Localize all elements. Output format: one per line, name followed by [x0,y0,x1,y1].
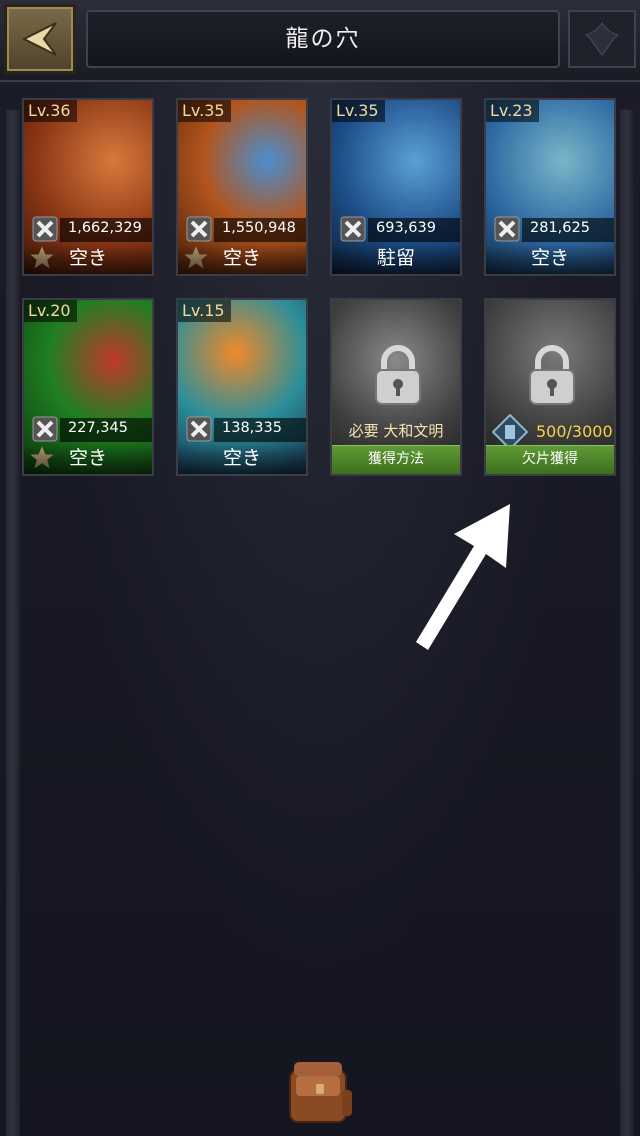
dragon-level: Lv.15 [178,300,231,322]
get-fragments-button[interactable]: 欠片獲得 [486,445,614,474]
padlock-icon [529,345,575,405]
locked-dragon-card-1[interactable]: 必要 大和文明 獲得方法 [330,298,462,476]
power-row: 693,639 [338,214,460,246]
locked-dragon-card-2[interactable]: 500/3000 欠片獲得 [484,298,616,476]
dragon-card-2[interactable]: Lv.35 1,550,948 空き [176,98,308,276]
how-to-obtain-button[interactable]: 獲得方法 [332,445,460,474]
right-pillar-decoration [620,110,634,1136]
fleur-emblem-icon [584,22,620,56]
header-bar: 龍の穴 [0,0,640,82]
dragon-level: Lv.35 [178,100,231,122]
dragon-power: 1,662,329 [68,220,142,236]
inventory-bag-icon[interactable] [282,1054,358,1130]
pointer-arrow-annotation [416,504,510,650]
back-button[interactable] [4,4,76,74]
dragon-status: 空き [178,244,306,274]
unlock-requirement: 必要 大和文明 [348,422,444,440]
crossed-hammers-icon [32,416,58,442]
dragon-status: 空き [24,444,152,474]
dragon-card-3[interactable]: Lv.35 693,639 駐留 [330,98,462,276]
fragment-count: 500/3000 [536,422,613,441]
dragon-level: Lv.23 [486,100,539,122]
dragon-power: 1,550,948 [222,220,296,236]
dragon-status: 空き [486,244,614,274]
dragon-level: Lv.35 [332,100,385,122]
dragon-card-5[interactable]: Lv.20 227,345 空き [22,298,154,476]
dragon-power: 138,335 [222,420,282,436]
dragon-power: 693,639 [376,220,436,236]
dragon-status: 空き [178,444,306,474]
dragon-status: 空き [24,244,152,274]
back-arrow-icon [21,22,57,56]
power-row: 1,550,948 [184,214,306,246]
dragon-power: 281,625 [530,220,590,236]
crossed-hammers-icon [494,216,520,242]
crossed-hammers-icon [32,216,58,242]
power-row: 281,625 [492,214,614,246]
dragon-card-4[interactable]: Lv.23 281,625 空き [484,98,616,276]
left-pillar-decoration [6,110,20,1136]
power-row: 1,662,329 [30,214,152,246]
dragon-status: 駐留 [332,244,460,274]
page-title: 龍の穴 [285,26,361,52]
dragon-card-1[interactable]: Lv.36 1,662,329 空き [22,98,154,276]
dragon-level: Lv.36 [24,100,77,122]
crossed-hammers-icon [186,216,212,242]
title-bar: 龍の穴 [86,10,560,68]
dragon-level: Lv.20 [24,300,77,322]
padlock-icon [375,345,421,405]
dragon-card-6[interactable]: Lv.15 138,335 空き [176,298,308,476]
crossed-hammers-icon [186,416,212,442]
power-row: 227,345 [30,414,152,446]
crossed-hammers-icon [340,216,366,242]
power-row: 138,335 [184,414,306,446]
dragon-power: 227,345 [68,420,128,436]
corner-emblem [568,10,636,68]
